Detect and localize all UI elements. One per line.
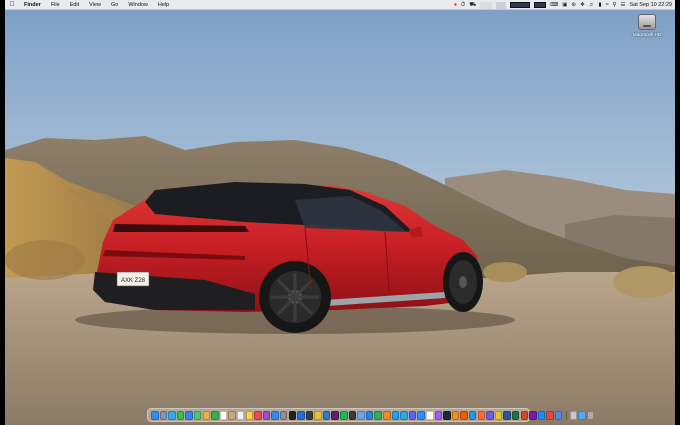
powerpoint-icon[interactable] (520, 410, 529, 420)
zoom-icon[interactable] (417, 410, 425, 420)
status-area: ● ⏱ ⛟ ⌨ ▣ ⊛ ❖ ♬ ▮ ≈ ⚲ ☰ Sat Sep 10 22:29 (454, 0, 672, 10)
things-icon[interactable] (554, 410, 563, 420)
battery-icon[interactable]: ▮ (598, 0, 601, 10)
onenote-icon[interactable] (529, 410, 537, 420)
activity-icon[interactable] (305, 410, 314, 420)
cpu-stats-icon[interactable] (480, 1, 493, 9)
downloads-icon[interactable] (569, 410, 578, 420)
license-plate: AXK Z28 (121, 278, 146, 284)
1password-icon[interactable] (537, 410, 546, 420)
menu-window[interactable]: Window (123, 2, 153, 8)
photos-icon[interactable] (202, 410, 211, 420)
stopwatch-icon[interactable]: ⏱ (461, 0, 465, 10)
bars-icon[interactable] (534, 2, 547, 8)
menu-finder[interactable]: Finder (19, 2, 46, 8)
menu-edit[interactable]: Edit (65, 2, 84, 8)
menu-clock[interactable]: Sat Sep 10 22:29 (629, 2, 672, 8)
menu-bar:  Finder File Edit View Go Window Help ●… (5, 0, 675, 10)
graph-icon[interactable] (496, 1, 507, 9)
firefox-icon[interactable] (460, 410, 468, 420)
numbers-icon[interactable] (374, 410, 382, 420)
menu-file[interactable]: File (46, 2, 65, 8)
preview-icon[interactable] (357, 410, 365, 420)
spotify-icon[interactable] (340, 410, 348, 420)
control-center-icon[interactable]: ☰ (621, 0, 626, 10)
dropbox-icon[interactable]: ❖ (580, 0, 585, 10)
bear-icon[interactable] (546, 410, 554, 420)
wallpaper: AXK Z28 (5, 10, 675, 425)
folder-icon[interactable] (578, 410, 586, 420)
calendar-icon[interactable] (219, 410, 228, 420)
maps-icon[interactable] (193, 410, 202, 420)
messages-icon[interactable] (176, 410, 185, 420)
github-icon[interactable] (348, 410, 357, 420)
postman-icon[interactable] (477, 410, 486, 420)
podcasts-icon[interactable] (262, 410, 271, 420)
vscode-icon[interactable] (322, 410, 331, 420)
vlc-icon[interactable] (451, 410, 460, 420)
wallpaper-image: AXK Z28 (5, 10, 675, 425)
excel-icon[interactable] (511, 410, 520, 420)
bluetooth-icon[interactable]: ⊛ (571, 0, 576, 10)
notion-icon[interactable] (426, 410, 434, 420)
transmit-icon[interactable] (494, 410, 503, 420)
dock-separator (565, 410, 567, 420)
pages-icon[interactable] (383, 410, 391, 420)
mail-icon[interactable] (185, 410, 193, 420)
safari-icon[interactable] (168, 410, 176, 420)
contacts-icon[interactable] (228, 410, 236, 420)
notes-icon[interactable] (245, 410, 254, 420)
menu-view[interactable]: View (84, 2, 106, 8)
search-icon[interactable]: ⚲ (613, 0, 617, 10)
launchpad-icon[interactable] (159, 410, 168, 420)
keyboard-icon[interactable]: ⌨ (550, 0, 558, 10)
finder-icon[interactable] (151, 410, 159, 420)
display-icon[interactable] (510, 2, 531, 8)
figma-icon[interactable] (434, 410, 443, 420)
facetime-icon[interactable] (211, 410, 219, 420)
docker-icon[interactable] (468, 410, 477, 420)
trash-icon[interactable] (586, 410, 595, 420)
appstore-icon[interactable] (271, 410, 279, 420)
wifi-icon[interactable]: ≈ (605, 0, 608, 10)
red-dot-icon[interactable]: ● (454, 0, 457, 10)
twitter-icon[interactable] (391, 410, 400, 420)
hard-drive-label: Macintosh HD (632, 32, 662, 37)
iina-icon[interactable] (486, 410, 494, 420)
menu-help[interactable]: Help (153, 2, 174, 8)
hard-drive-graphic (638, 14, 656, 30)
xcode-icon[interactable] (297, 410, 305, 420)
car-icon[interactable]: ⛟ (469, 0, 476, 10)
word-icon[interactable] (503, 410, 511, 420)
chrome-icon[interactable] (314, 410, 322, 420)
volume-icon[interactable]: ♬ (589, 0, 595, 10)
music-icon[interactable] (254, 410, 262, 420)
hard-drive-icon[interactable]: Macintosh HD (627, 14, 667, 37)
discord-icon[interactable] (408, 410, 417, 420)
terminal-icon[interactable] (288, 410, 296, 420)
telegram-icon[interactable] (400, 410, 408, 420)
desktop: AXK Z28  Finder F (5, 0, 675, 425)
slack-icon[interactable] (331, 410, 339, 420)
settings-icon[interactable] (279, 410, 288, 420)
steam-icon[interactable] (443, 410, 451, 420)
lock-icon[interactable]: ▣ (562, 0, 567, 10)
menu-go[interactable]: Go (106, 2, 123, 8)
apple-icon[interactable]:  (5, 1, 19, 8)
keynote-icon[interactable] (365, 410, 374, 420)
dock (147, 408, 595, 422)
reminders-icon[interactable] (236, 410, 245, 420)
